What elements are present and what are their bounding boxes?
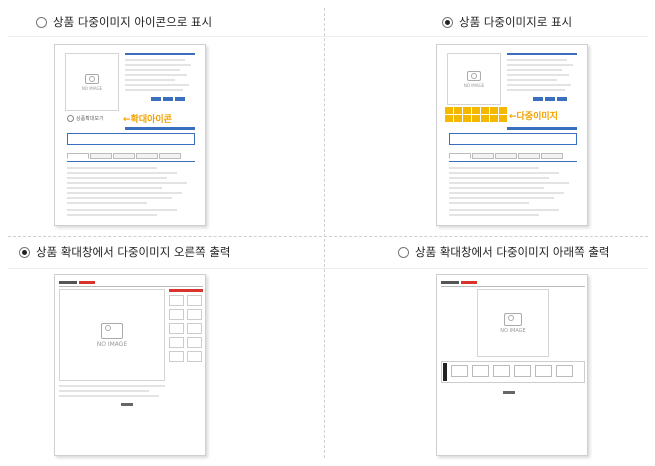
preview-multi-image-mode: NO IMAGE ←다중이미지	[436, 44, 588, 226]
option-label: 상품 확대창에서 다중이미지 아래쪽 출력	[415, 245, 610, 259]
column-divider	[324, 8, 325, 458]
row-divider-middle	[8, 236, 648, 237]
magnifier-icon	[67, 115, 74, 122]
multi-image-callout: ←다중이미지	[509, 112, 558, 122]
radio-button[interactable]	[19, 246, 30, 258]
option-zoom-right[interactable]: 상품 확대창에서 다중이미지 오른쪽 출력	[19, 244, 230, 260]
row-divider-top	[8, 36, 648, 37]
preview-icon-mode: NO IMAGE 상품확대보기 ←확대아이콘	[54, 44, 206, 226]
multi-image-thumbnails	[445, 107, 507, 122]
camera-icon	[504, 312, 522, 326]
no-image-placeholder: NO IMAGE	[447, 53, 501, 105]
option-multi-image-mode[interactable]: 상품 다중이미지로 표시	[442, 14, 572, 30]
option-label: 상품 다중이미지 아이콘으로 표시	[53, 15, 213, 29]
thumbnails-bottom	[451, 365, 573, 377]
zoom-icon-callout: ←확대아이콘	[123, 115, 172, 125]
row-divider-lower	[8, 268, 648, 269]
preview-zoom-bottom: NO IMAGE	[436, 274, 588, 456]
option-icon-mode[interactable]: 상품 다중이미지 아이콘으로 표시	[36, 14, 212, 30]
camera-icon	[101, 322, 123, 339]
no-image-placeholder: NO IMAGE	[59, 289, 165, 381]
radio-button[interactable]	[442, 16, 453, 28]
thumbnails-right	[169, 295, 202, 362]
radio-button[interactable]	[36, 16, 47, 28]
option-label: 상품 다중이미지로 표시	[459, 15, 573, 29]
option-label: 상품 확대창에서 다중이미지 오른쪽 출력	[36, 245, 231, 259]
option-zoom-bottom[interactable]: 상품 확대창에서 다중이미지 아래쪽 출력	[398, 244, 609, 260]
no-image-placeholder: NO IMAGE	[65, 53, 119, 111]
no-image-placeholder: NO IMAGE	[477, 289, 549, 357]
radio-button[interactable]	[398, 246, 409, 258]
preview-zoom-right: NO IMAGE	[54, 274, 206, 456]
camera-icon	[85, 73, 99, 84]
zoom-link: 상품확대보기	[67, 115, 104, 122]
camera-icon	[467, 70, 481, 81]
